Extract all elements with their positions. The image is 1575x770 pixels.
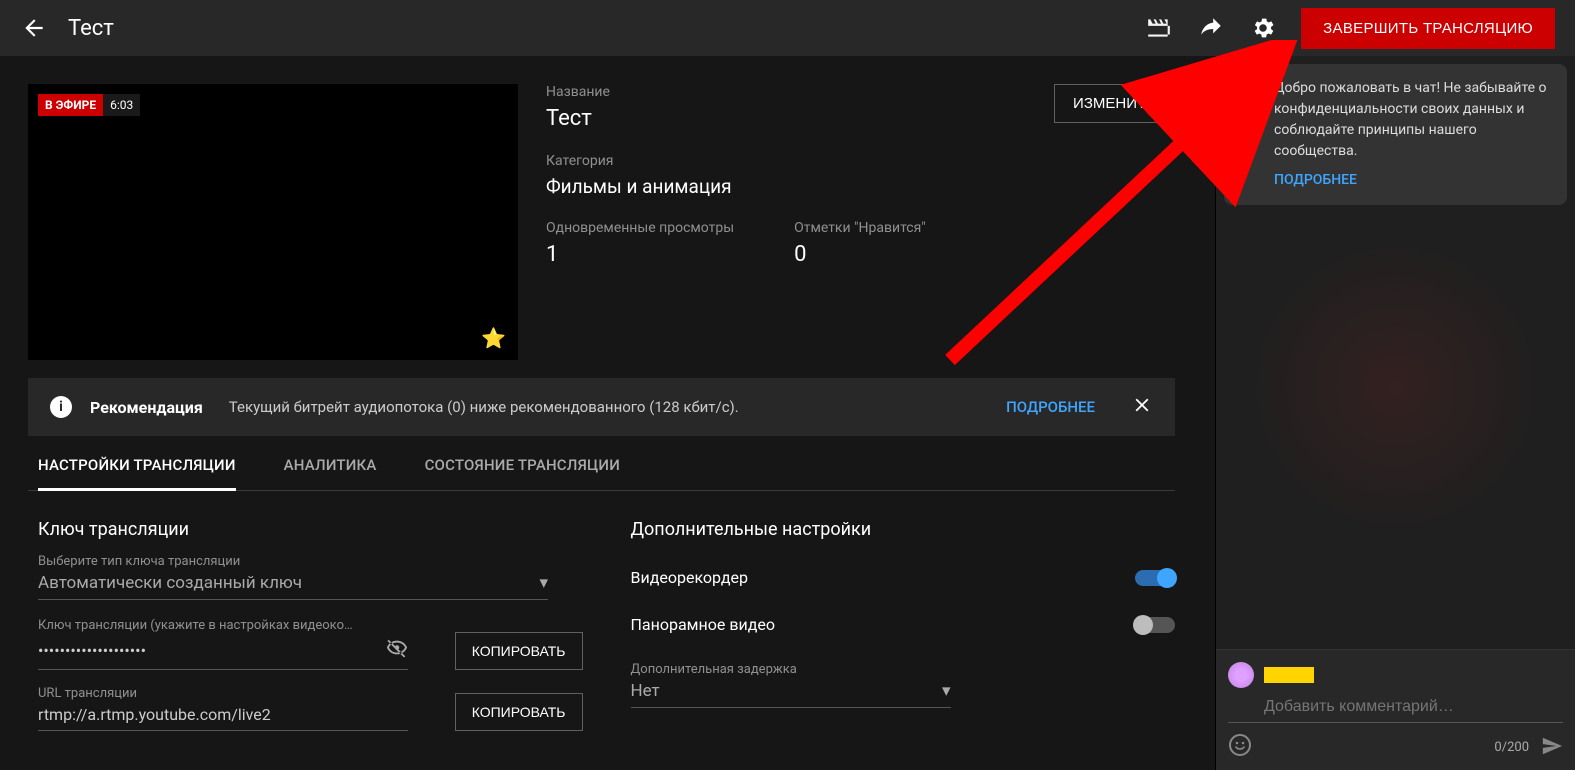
copy-key-button[interactable]: КОПИРОВАТЬ: [455, 632, 583, 670]
char-count: 0/200: [1494, 740, 1529, 755]
chat-panel: Добро пожаловать в чат! Не забывайте о к…: [1215, 56, 1575, 770]
stream-url-value: rtmp://a.rtmp.youtube.com/live2: [38, 705, 271, 724]
stream-info: ИЗМЕНИТЬ Название Тест Категория Фильмы …: [546, 84, 1215, 360]
recommendation-title: Рекомендация: [90, 398, 203, 417]
tab-bar: НАСТРОЙКИ ТРАНСЛЯЦИИ АНАЛИТИКА СОСТОЯНИЕ…: [28, 436, 1175, 491]
likes-label: Отметки "Нравится": [794, 220, 926, 236]
latency-label: Дополнительная задержка: [631, 662, 1176, 677]
user-name-badge: [1264, 667, 1314, 683]
stream-key-section: Ключ трансляции Выберите тип ключа транс…: [38, 519, 583, 747]
pano-label: Панорамное видео: [631, 615, 775, 634]
key-type-label: Выберите тип ключа трансляции: [38, 554, 583, 569]
emoji-icon[interactable]: [1228, 733, 1252, 762]
info-icon: i: [50, 396, 72, 418]
main-panel: В ЭФИРЕ 6:03 ⭐ ИЗМЕНИТЬ Название Тест Ка…: [0, 56, 1215, 770]
category-label: Категория: [546, 153, 1175, 169]
dvr-toggle[interactable]: [1135, 570, 1175, 586]
tab-stream-settings[interactable]: НАСТРОЙКИ ТРАНСЛЯЦИИ: [38, 456, 236, 491]
edit-button[interactable]: ИЗМЕНИТЬ: [1054, 84, 1175, 123]
close-icon[interactable]: [1131, 394, 1153, 420]
category-value: Фильмы и анимация: [546, 175, 1175, 198]
key-type-select[interactable]: Автоматически созданный ключ ▾: [38, 573, 548, 600]
chat-input-area: 0/200: [1216, 649, 1575, 770]
recommendation-text: Текущий битрейт аудиопотока (0) ниже рек…: [229, 398, 988, 416]
recommendation-banner: i Рекомендация Текущий битрейт аудиопото…: [28, 378, 1175, 436]
additional-settings-section: Дополнительные настройки Видеорекордер П…: [631, 519, 1176, 747]
chat-welcome-text: Добро пожаловать в чат! Не забывайте о к…: [1274, 78, 1553, 162]
end-stream-button[interactable]: ЗАВЕРШИТЬ ТРАНСЛЯЦИЮ: [1301, 8, 1555, 49]
live-badge-text: В ЭФИРЕ: [38, 94, 103, 116]
share-icon[interactable]: [1197, 14, 1225, 42]
latency-value: Нет: [631, 681, 660, 701]
star-icon: ⭐: [481, 326, 506, 350]
viewers-label: Одновременные просмотры: [546, 220, 734, 236]
send-icon[interactable]: [1541, 735, 1563, 761]
app-header: Тест ЗАВЕРШИТЬ ТРАНСЛЯЦИЮ: [0, 0, 1575, 56]
avatar: [1228, 662, 1254, 688]
stream-key-label: Ключ трансляции (укажите в настройках ви…: [38, 618, 445, 633]
copy-url-button[interactable]: КОПИРОВАТЬ: [455, 693, 583, 731]
clapperboard-icon[interactable]: [1145, 14, 1173, 42]
tab-stream-health[interactable]: СОСТОЯНИЕ ТРАНСЛЯЦИИ: [425, 456, 620, 490]
chevron-down-icon: ▾: [539, 573, 548, 593]
video-preview[interactable]: В ЭФИРЕ 6:03 ⭐: [28, 84, 518, 360]
chat-comment-input[interactable]: [1228, 694, 1563, 723]
dvr-label: Видеорекордер: [631, 568, 749, 587]
key-type-value: Автоматически созданный ключ: [38, 573, 302, 593]
viewers-value: 1: [546, 242, 734, 267]
stream-title-header: Тест: [68, 16, 114, 41]
latency-select[interactable]: Нет ▾: [631, 681, 951, 708]
additional-settings-title: Дополнительные настройки: [631, 519, 1176, 540]
live-badge: В ЭФИРЕ 6:03: [38, 94, 140, 116]
live-badge-time: 6:03: [103, 94, 140, 116]
visibility-off-icon[interactable]: [386, 637, 408, 663]
likes-value: 0: [794, 242, 926, 267]
stream-url-label: URL трансляции: [38, 686, 445, 701]
recommendation-more-link[interactable]: ПОДРОБНЕЕ: [1006, 398, 1095, 416]
panoramic-toggle[interactable]: [1135, 617, 1175, 633]
tab-analytics[interactable]: АНАЛИТИКА: [284, 456, 377, 490]
stream-key-title: Ключ трансляции: [38, 519, 583, 540]
back-arrow-icon[interactable]: [20, 14, 48, 42]
chevron-down-icon: ▾: [942, 681, 951, 701]
stream-key-value: ••••••••••••••••••••: [38, 641, 146, 660]
chat-messages-area: [1224, 205, 1567, 535]
youtube-icon: [1238, 80, 1262, 98]
chat-welcome-more-link[interactable]: ПОДРОБНЕЕ: [1274, 170, 1553, 191]
gear-icon[interactable]: [1249, 14, 1277, 42]
chat-welcome-card: Добро пожаловать в чат! Не забывайте о к…: [1224, 64, 1567, 205]
